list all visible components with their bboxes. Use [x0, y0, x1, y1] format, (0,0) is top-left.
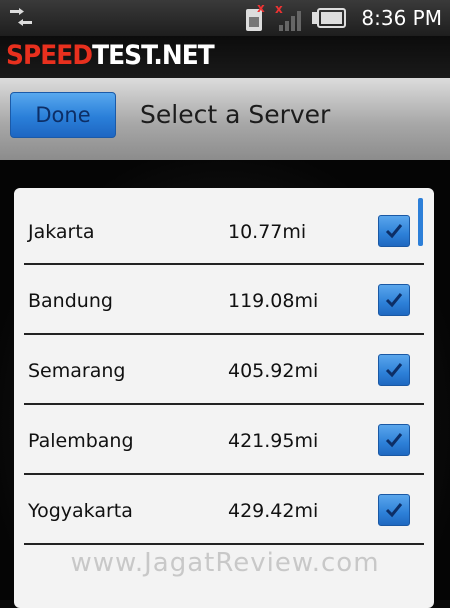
server-checkbox[interactable]	[378, 354, 410, 386]
server-distance: 10.77mi	[228, 221, 307, 243]
checkmark-icon	[385, 363, 403, 378]
server-name: Semarang	[28, 360, 126, 382]
checkmark-icon	[385, 293, 403, 308]
list-item[interactable]: Jakarta 10.77mi	[14, 188, 434, 258]
list-item[interactable]: Yogyakarta 429.42mi	[14, 473, 434, 543]
server-name: Palembang	[28, 430, 134, 452]
checkmark-icon	[385, 224, 403, 239]
page-title: Select a Server	[140, 100, 331, 129]
clock: 8:36 PM	[361, 6, 442, 30]
svg-text:x: x	[275, 3, 283, 16]
scrollbar-thumb[interactable]	[418, 198, 423, 246]
server-name: Bandung	[28, 290, 113, 312]
server-name: Yogyakarta	[28, 500, 133, 522]
server-distance: 429.42mi	[228, 500, 319, 522]
server-distance: 119.08mi	[228, 290, 319, 312]
status-bar: x x 8:36 PM	[0, 0, 450, 36]
checkmark-icon	[385, 503, 403, 518]
server-name: Jakarta	[28, 221, 95, 243]
usb-icon	[10, 8, 32, 26]
done-button[interactable]: Done	[10, 92, 116, 138]
list-item[interactable]: Bandung 119.08mi	[14, 263, 434, 333]
checkmark-icon	[385, 433, 403, 448]
server-list[interactable]: Jakarta 10.77mi Bandung 119.08mi Semaran…	[14, 188, 434, 608]
app-logo-bar: SPEEDTEST.NET	[0, 36, 450, 78]
speedtest-logo: SPEEDTEST.NET	[6, 40, 215, 71]
no-signal-icon: x	[275, 3, 302, 31]
server-distance: 421.95mi	[228, 430, 319, 452]
server-checkbox[interactable]	[378, 215, 410, 247]
server-checkbox[interactable]	[378, 284, 410, 316]
server-distance: 405.92mi	[228, 360, 319, 382]
svg-text:x: x	[257, 3, 265, 15]
list-item[interactable]: Palembang 421.95mi	[14, 403, 434, 473]
server-checkbox[interactable]	[378, 494, 410, 526]
list-item[interactable]: Semarang 405.92mi	[14, 333, 434, 403]
sim-card-icon: x	[246, 3, 265, 31]
watermark: www.JagatReview.com	[70, 548, 380, 578]
battery-icon	[312, 8, 347, 28]
server-checkbox[interactable]	[378, 424, 410, 456]
